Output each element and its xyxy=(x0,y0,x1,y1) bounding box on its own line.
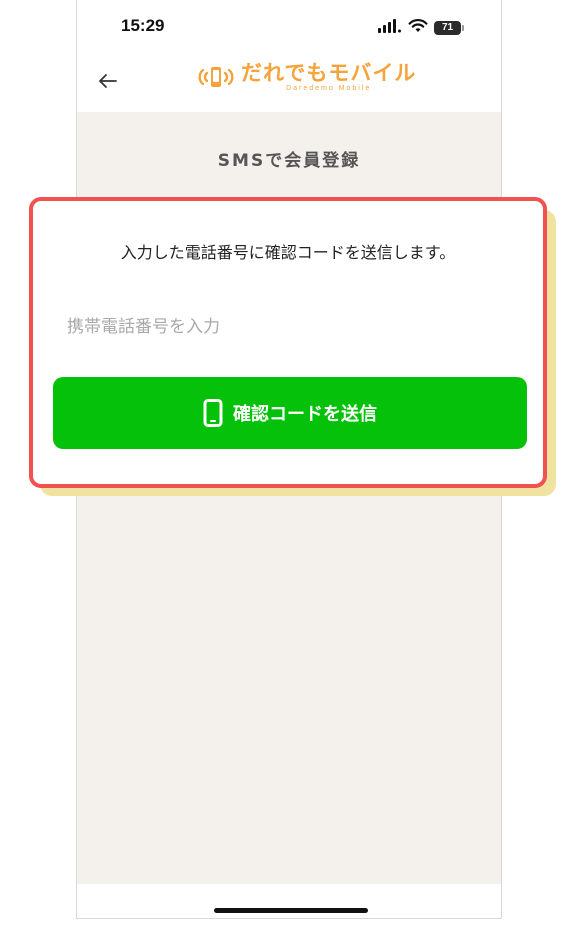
status-time: 15:29 xyxy=(121,16,165,35)
logo-subtext: Daredemo Mobile xyxy=(286,85,372,92)
send-button-label: 確認コードを送信 xyxy=(233,404,377,425)
status-bar: 15:29 71 xyxy=(77,0,501,52)
nav-bar: だれでもモバイル Daredemo Mobile xyxy=(77,52,501,112)
app-logo: だれでもモバイル Daredemo Mobile xyxy=(197,62,416,92)
arrow-left-icon xyxy=(99,74,117,88)
home-indicator[interactable] xyxy=(214,908,368,913)
page-title: SMSで会員登録 xyxy=(217,151,361,171)
logo-text: だれでもモバイル xyxy=(241,61,417,85)
phone-signal-logo-icon xyxy=(198,67,234,87)
send-code-button[interactable]: 確認コードを送信 xyxy=(53,377,527,449)
battery-icon: 71 xyxy=(434,20,464,35)
phone-number-input[interactable] xyxy=(67,307,507,347)
wifi-icon xyxy=(408,18,428,37)
description-text: 入力した電話番号に確認コードを送信します。 xyxy=(120,243,456,262)
smartphone-icon xyxy=(203,399,223,427)
signal-icon xyxy=(378,18,402,37)
status-icons: 71 xyxy=(378,18,464,37)
back-button[interactable] xyxy=(93,66,123,96)
sms-verification-card: 入力した電話番号に確認コードを送信します。 確認コードを送信 xyxy=(29,197,547,488)
